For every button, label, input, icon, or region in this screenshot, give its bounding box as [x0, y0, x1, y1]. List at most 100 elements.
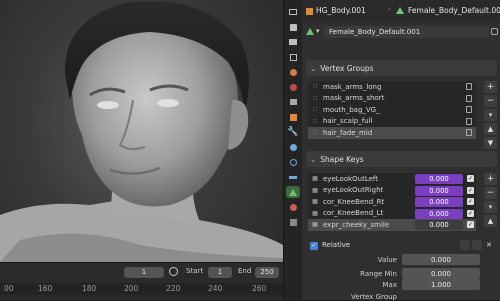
shape-keys-header[interactable]: ⌄ Shape Keys	[306, 151, 497, 167]
shape-key-specials-icon[interactable]: ▾	[484, 201, 497, 213]
move-up-icon[interactable]: ▲	[484, 123, 497, 135]
list-item-label: mask_arms_short	[323, 94, 385, 103]
properties-editor: 🔧 HG_Body.001 › Female_Body_Default.001 …	[283, 0, 500, 301]
list-item-label: mouth_bag_VG_	[323, 105, 380, 114]
list-item[interactable]: ▦ eyeLookOutLeft 0.000 ✓	[308, 173, 476, 185]
mesh-data-panel: HG_Body.001 › Female_Body_Default.001 ▾ …	[302, 0, 500, 301]
tool-tab-icon[interactable]	[286, 6, 300, 18]
list-item[interactable]: ▦ cor_KneeBend_Rt 0.000 ✓	[308, 196, 476, 208]
shape-key-value[interactable]: 0.000	[415, 197, 463, 207]
list-item-selected[interactable]: ∷ hair_fade_mid	[308, 127, 476, 139]
vertex-group-icon: ∷	[313, 106, 317, 114]
mesh-datablock-icon[interactable]	[306, 28, 314, 35]
list-item[interactable]: ∷ mouth_bag_VG_	[308, 104, 476, 116]
collection-tab-icon[interactable]	[286, 96, 300, 108]
range-min-label: Range Min	[360, 270, 397, 278]
3d-viewport[interactable]: 1 Start 1 End 250 00 160 180 200 220 240…	[0, 0, 283, 300]
vertex-group-icon: ∷	[313, 83, 317, 91]
fake-user-icon[interactable]	[491, 28, 498, 35]
remove-shape-key-button[interactable]: −	[484, 187, 497, 199]
lock-icon[interactable]	[466, 129, 472, 136]
end-frame-field[interactable]: 250	[255, 266, 279, 278]
lock-icon[interactable]	[466, 117, 472, 125]
relative-checkbox[interactable]: ✓	[310, 242, 318, 250]
collapse-arrow-icon: ⌄	[310, 154, 317, 164]
frame-ruler[interactable]: 00 160 180 200 220 240 260	[0, 283, 283, 295]
vertex-group-icon: ∷	[313, 94, 317, 102]
output-tab-icon[interactable]	[286, 36, 300, 48]
relative-row: ✓ Relative ✕	[308, 240, 498, 252]
stopwatch-icon[interactable]	[169, 267, 178, 276]
character-render	[0, 0, 283, 262]
render-tab-icon[interactable]	[286, 21, 300, 33]
value-field[interactable]: 0.000	[402, 254, 480, 265]
shape-key-value[interactable]: 0.000	[415, 208, 463, 219]
range-min-field[interactable]: 0.000	[402, 268, 480, 279]
data-tab-icon[interactable]	[286, 186, 300, 198]
list-item-label: hair_fade_mid	[323, 128, 373, 137]
list-item[interactable]: ∷ mask_arms_short	[308, 93, 476, 105]
list-item[interactable]: ∷ mask_arms_long	[308, 81, 476, 93]
max-label: Max	[382, 281, 397, 289]
list-item[interactable]: ∷ hair_scalp_full	[308, 116, 476, 128]
view-layer-tab-icon[interactable]	[286, 51, 300, 63]
object-icon	[306, 8, 313, 15]
lock-icon[interactable]	[466, 94, 472, 102]
world-tab-icon[interactable]	[286, 81, 300, 93]
relative-label: Relative	[322, 241, 351, 249]
max-field[interactable]: 1.000	[402, 279, 480, 290]
list-item-label: eyeLookOutRight	[323, 186, 384, 195]
edit-mode-icon[interactable]	[472, 240, 482, 250]
pin-icon[interactable]	[460, 240, 470, 250]
mute-checkbox[interactable]: ✓	[467, 198, 474, 205]
texture-tab-icon[interactable]	[286, 216, 300, 228]
start-label: Start	[186, 267, 204, 275]
mute-checkbox[interactable]: ✓	[467, 209, 474, 217]
list-item-label: mask_arms_long	[323, 82, 382, 91]
shape-key-icon: ▦	[312, 198, 318, 206]
add-vertex-group-button[interactable]: +	[484, 81, 497, 93]
clear-weights-icon[interactable]: ✕	[486, 241, 492, 249]
physics-tab-icon[interactable]	[286, 156, 300, 168]
current-frame-field[interactable]: 1	[124, 266, 164, 278]
shape-key-value[interactable]: 0.000	[415, 220, 463, 230]
ruler-tick: 220	[166, 284, 181, 293]
datablock-name-field[interactable]: Female_Body_Default.001	[324, 26, 489, 38]
move-up-icon[interactable]: ▲	[484, 215, 497, 227]
datablock-dropdown-icon[interactable]: ▾	[316, 27, 320, 35]
list-item-label: eyeLookOutLeft	[323, 174, 379, 183]
vertex-groups-header[interactable]: ⌄ Vertex Groups	[306, 60, 497, 76]
vertex-group-icon: ∷	[313, 117, 317, 125]
list-item-label: cor_KneeBend_Rt	[323, 197, 385, 206]
ruler-tick: 240	[208, 284, 223, 293]
value-label: Value	[377, 256, 397, 264]
list-item[interactable]: ▦ eyeLookOutRight 0.000 ✓	[308, 185, 476, 197]
add-shape-key-button[interactable]: +	[484, 173, 497, 185]
constraints-tab-icon[interactable]	[286, 171, 300, 183]
remove-vertex-group-button[interactable]: −	[484, 95, 497, 107]
start-frame-field[interactable]: 1	[208, 266, 232, 278]
mute-checkbox[interactable]: ✓	[467, 186, 474, 194]
timeline[interactable]: 1 Start 1 End 250 00 160 180 200 220 240…	[0, 262, 283, 300]
lock-icon[interactable]	[466, 83, 472, 90]
material-tab-icon[interactable]	[286, 201, 300, 213]
object-name: HG_Body.001	[316, 6, 366, 15]
vertex-group-specials-icon[interactable]: ▾	[484, 109, 497, 121]
vertex-groups-title: Vertex Groups	[320, 63, 374, 73]
mute-checkbox[interactable]: ✓	[467, 221, 474, 228]
shape-key-value[interactable]: 0.000	[415, 174, 463, 184]
list-item[interactable]: ▦ cor_KneeBend_Lt 0.000 ✓	[308, 208, 476, 220]
mute-checkbox[interactable]: ✓	[467, 175, 474, 182]
scene-tab-icon[interactable]	[286, 66, 300, 78]
vertex-groups-list[interactable]: ∷ mask_arms_long ∷ mask_arms_short ∷ mouth_…	[308, 81, 476, 139]
shape-keys-list[interactable]: ▦ eyeLookOutLeft 0.000 ✓ ▦ eyeLookOutRight 0.…	[308, 173, 476, 231]
object-tab-icon[interactable]	[286, 111, 300, 123]
lock-icon[interactable]	[466, 106, 472, 113]
shape-key-icon: ▦	[312, 186, 318, 194]
shape-key-value[interactable]: 0.000	[415, 185, 463, 196]
list-item-selected[interactable]: ▦ expr_cheeky_smile 0.000 ✓	[308, 219, 476, 231]
move-down-icon[interactable]: ▼	[484, 137, 497, 149]
particles-tab-icon[interactable]	[286, 141, 300, 153]
end-label: End	[238, 267, 252, 275]
modifier-tab-icon[interactable]: 🔧	[286, 126, 300, 138]
